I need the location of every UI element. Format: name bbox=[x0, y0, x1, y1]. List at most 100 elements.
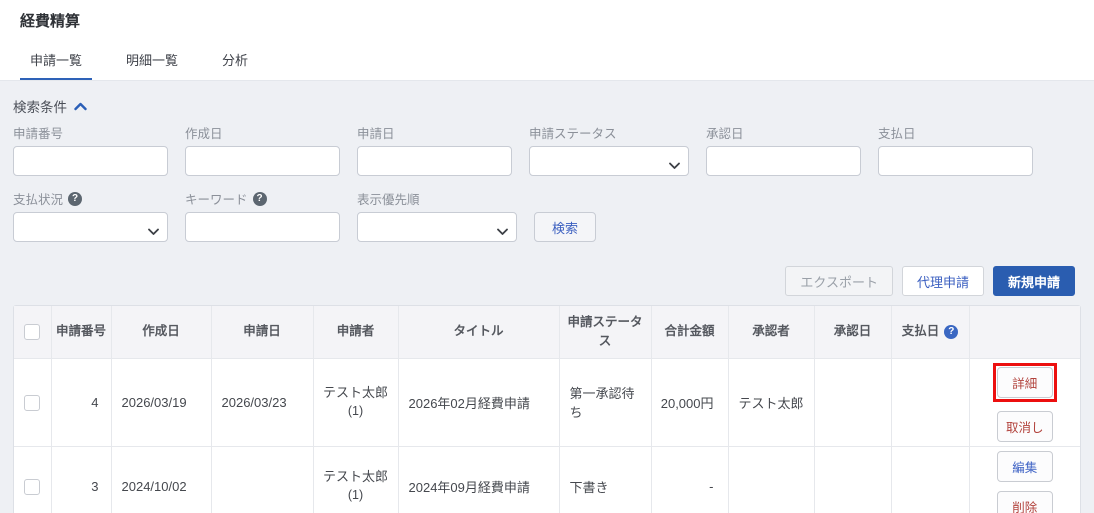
cell-title: 2026年02月経費申請 bbox=[397, 357, 560, 447]
toolbar: エクスポート 代理申請 新規申請 bbox=[0, 242, 1094, 296]
help-icon[interactable]: ? bbox=[68, 191, 83, 206]
cancel-button[interactable]: 取消し bbox=[996, 410, 1053, 442]
applicant-name: テスト太郎 bbox=[322, 468, 388, 484]
row-checkbox[interactable] bbox=[24, 478, 41, 495]
table-header-row: 申請番号 作成日 申請日 申請者 タイトル 申請ステータス 合計金額 承認者 承… bbox=[14, 306, 1080, 359]
cell-paid bbox=[890, 445, 970, 513]
cell-amount: 20,000円 bbox=[650, 357, 729, 447]
edit-button[interactable]: 編集 bbox=[996, 450, 1053, 482]
column-header-no: 申請番号 bbox=[50, 306, 112, 359]
tab-application-list[interactable]: 申請一覧 bbox=[20, 42, 93, 80]
chevron-down-icon bbox=[497, 224, 508, 239]
cell-applied bbox=[210, 445, 314, 513]
cell-amount: - bbox=[650, 445, 729, 513]
applicant-note: (1) bbox=[347, 404, 364, 419]
column-header-created: 作成日 bbox=[110, 306, 212, 359]
paid-date-label: 支払日 bbox=[878, 127, 916, 141]
cell-created: 2026/03/19 bbox=[110, 357, 212, 447]
cell-approver bbox=[727, 445, 815, 513]
search-conditions-section: 検索条件 申請番号 作成日 申請日 申請ステータス 承認日 支払日 支払状況 ?… bbox=[0, 81, 1094, 242]
page-title: 経費精算 bbox=[20, 13, 81, 30]
table-row: 4 2026/03/19 2026/03/23 テスト太郎 (1) 2026年0… bbox=[14, 357, 1080, 447]
proxy-application-button[interactable]: 代理申請 bbox=[901, 266, 984, 296]
application-status-label: 申請ステータス bbox=[529, 127, 617, 141]
applied-date-input[interactable] bbox=[357, 146, 512, 176]
cell-applied: 2026/03/23 bbox=[210, 357, 314, 447]
row-select-cell bbox=[14, 357, 52, 447]
cell-approved bbox=[813, 445, 892, 513]
cell-status: 下書き bbox=[558, 445, 652, 513]
chevron-down-icon bbox=[148, 224, 159, 239]
cell-actions: 詳細 取消し bbox=[968, 357, 1080, 447]
cell-no: 3 bbox=[50, 445, 112, 513]
cell-applicant: テスト太郎 (1) bbox=[312, 357, 399, 447]
applicant-name: テスト太郎 bbox=[322, 384, 388, 400]
export-button[interactable]: エクスポート bbox=[785, 266, 893, 296]
table-row: 3 2024/10/02 テスト太郎 (1) 2024年09月経費申請 下書き … bbox=[14, 445, 1080, 513]
approved-date-label: 承認日 bbox=[706, 127, 744, 141]
approved-date-input[interactable] bbox=[706, 146, 861, 176]
cell-title: 2024年09月経費申請 bbox=[397, 445, 560, 513]
tab-bar: 申請一覧 明細一覧 分析 bbox=[20, 42, 1074, 80]
applications-table: 申請番号 作成日 申請日 申請者 タイトル 申請ステータス 合計金額 承認者 承… bbox=[13, 305, 1081, 513]
column-header-applied: 申請日 bbox=[210, 306, 314, 359]
payment-state-field: 支払状況 ? bbox=[13, 190, 168, 242]
search-row-1: 申請番号 作成日 申請日 申請ステータス 承認日 支払日 bbox=[13, 124, 1081, 176]
application-number-input[interactable] bbox=[13, 146, 168, 176]
search-button[interactable]: 検索 bbox=[534, 212, 597, 242]
display-priority-select[interactable] bbox=[357, 212, 517, 242]
column-header-applicant: 申請者 bbox=[312, 306, 399, 359]
header-select-all bbox=[14, 306, 52, 359]
select-all-checkbox[interactable] bbox=[24, 324, 41, 341]
approved-date-field: 承認日 bbox=[706, 124, 861, 176]
column-header-paid: 支払日 ? bbox=[890, 306, 970, 359]
page-header: 経費精算 申請一覧 明細一覧 分析 bbox=[0, 0, 1094, 81]
display-priority-label: 表示優先順 bbox=[357, 193, 420, 207]
tab-analysis[interactable]: 分析 bbox=[212, 42, 258, 80]
cell-created: 2024/10/02 bbox=[110, 445, 212, 513]
cell-applicant: テスト太郎 (1) bbox=[312, 445, 399, 513]
new-application-button[interactable]: 新規申請 bbox=[992, 266, 1075, 296]
cell-status: 第一承認待ち bbox=[558, 357, 652, 447]
column-header-amount: 合計金額 bbox=[650, 306, 729, 359]
payment-state-label: 支払状況 bbox=[13, 193, 64, 207]
column-header-actions bbox=[968, 306, 1080, 359]
payment-state-select[interactable] bbox=[13, 212, 168, 242]
help-icon[interactable]: ? bbox=[944, 324, 959, 339]
keyword-field: キーワード ? bbox=[185, 190, 340, 242]
application-number-field: 申請番号 bbox=[13, 124, 168, 176]
delete-button[interactable]: 削除 bbox=[996, 490, 1053, 513]
keyword-input[interactable] bbox=[185, 212, 340, 242]
created-date-input[interactable] bbox=[185, 146, 340, 176]
cell-approver: テスト太郎 bbox=[727, 357, 815, 447]
help-icon[interactable]: ? bbox=[252, 191, 267, 206]
detail-button[interactable]: 詳細 bbox=[996, 366, 1053, 398]
application-number-label: 申請番号 bbox=[13, 127, 64, 141]
cell-paid bbox=[890, 357, 970, 447]
row-select-cell bbox=[14, 445, 52, 513]
display-priority-field: 表示優先順 bbox=[357, 190, 517, 242]
applied-date-field: 申請日 bbox=[357, 124, 512, 176]
chevron-down-icon bbox=[669, 158, 680, 173]
cell-actions: 編集 削除 bbox=[968, 445, 1080, 513]
created-date-label: 作成日 bbox=[185, 127, 223, 141]
application-status-select[interactable] bbox=[529, 146, 689, 176]
search-conditions-toggle[interactable]: 検索条件 bbox=[13, 96, 1081, 116]
column-header-approved: 承認日 bbox=[813, 306, 892, 359]
paid-date-input[interactable] bbox=[878, 146, 1033, 176]
row-checkbox[interactable] bbox=[24, 394, 41, 411]
application-status-field: 申請ステータス bbox=[529, 124, 689, 176]
created-date-field: 作成日 bbox=[185, 124, 340, 176]
cell-no: 4 bbox=[50, 357, 112, 447]
applied-date-label: 申請日 bbox=[357, 127, 395, 141]
chevron-up-icon bbox=[74, 99, 87, 114]
paid-date-field: 支払日 bbox=[878, 124, 1033, 176]
column-header-status: 申請ステータス bbox=[558, 306, 652, 359]
keyword-label: キーワード bbox=[185, 193, 248, 207]
applicant-note: (1) bbox=[347, 488, 364, 503]
search-row-2: 支払状況 ? キーワード ? 表示優先順 検索 bbox=[13, 190, 1081, 242]
tab-detail-list[interactable]: 明細一覧 bbox=[116, 42, 188, 80]
search-conditions-label: 検索条件 bbox=[13, 100, 67, 115]
column-header-title: タイトル bbox=[397, 306, 560, 359]
paid-header-label: 支払日 bbox=[901, 324, 940, 339]
